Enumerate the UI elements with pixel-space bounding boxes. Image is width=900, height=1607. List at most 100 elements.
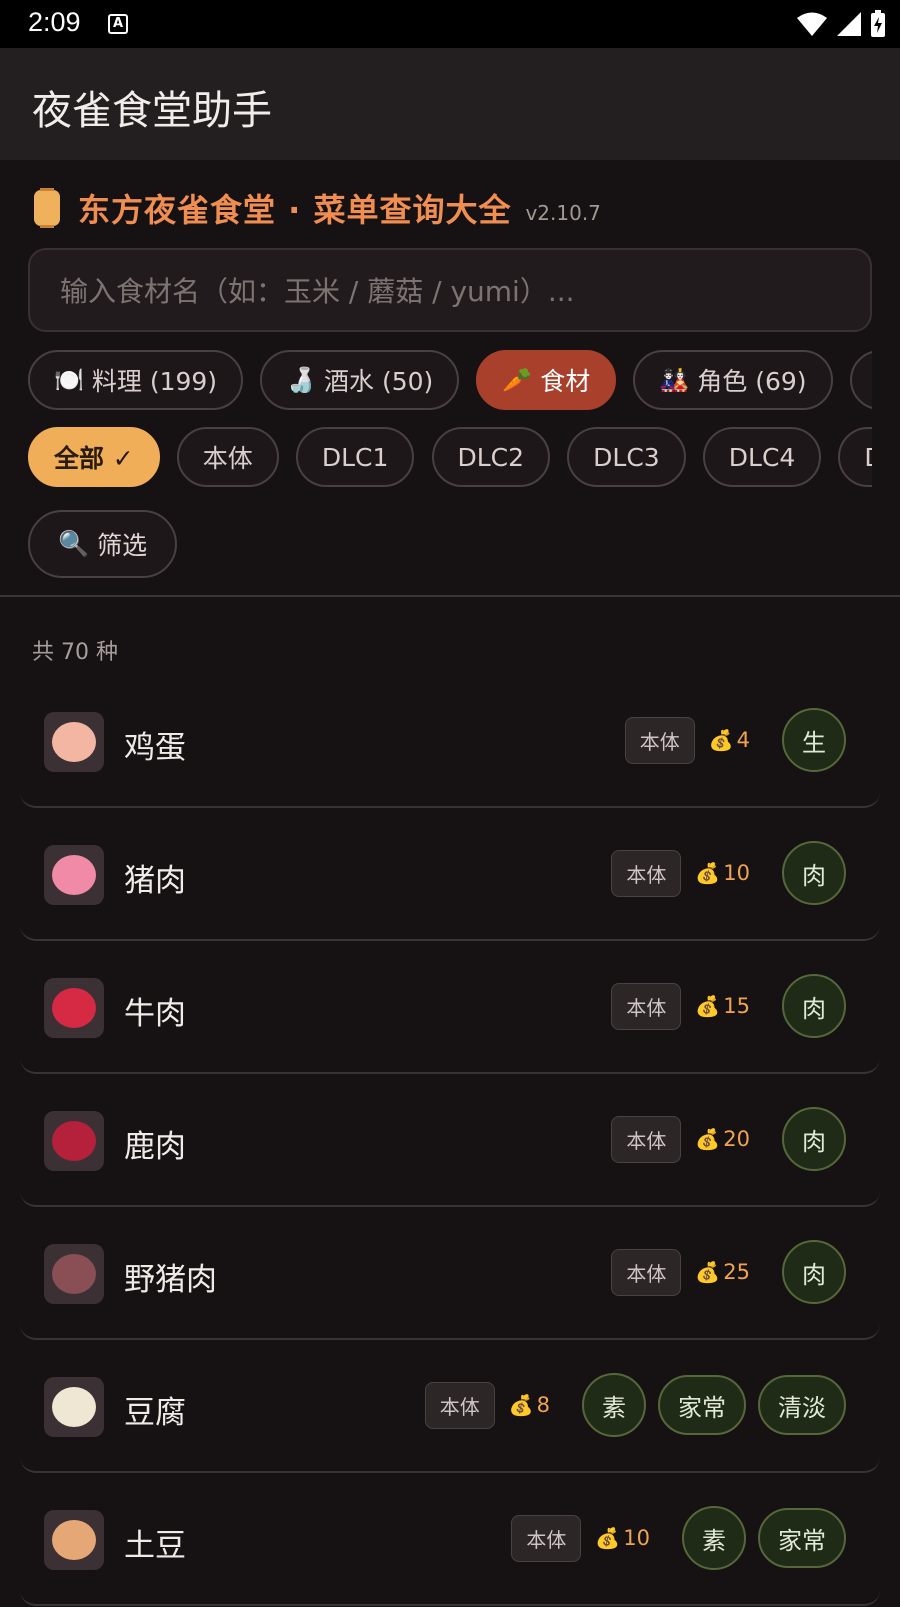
tab-label: 料理 (199) [91, 367, 218, 396]
notification-icon: A [108, 14, 128, 34]
money-bag-icon: 💰 [708, 728, 734, 752]
plate-icon: 🍽️ [54, 366, 84, 394]
item-meta: 本体 💰 8 素家常 清淡 [424, 1373, 846, 1437]
version-badge: 本体 [611, 1115, 682, 1163]
version-filter-dlc2[interactable]: DLC2 [431, 427, 551, 487]
ingredient-image [52, 855, 96, 895]
item-meta: 本体 💰 10 肉 [611, 841, 846, 905]
ingredient-image [52, 1520, 96, 1560]
item-name: 野猪肉 [124, 1262, 217, 1298]
tab-dishes[interactable]: 🍽️ 料理 (199) [28, 350, 244, 410]
item-name: 土豆 [124, 1528, 186, 1564]
money-bag-icon: 💰 [508, 1393, 534, 1417]
price: 💰 15 [695, 994, 750, 1018]
ingredient-image [52, 1387, 96, 1427]
item-meta: 本体 💰 25 肉 [611, 1240, 846, 1304]
version-badge: 本体 [511, 1514, 582, 1562]
list-item[interactable]: 猪肉 本体 💰 10 肉 [20, 809, 880, 941]
tab-locations[interactable]: 📍地 [849, 350, 872, 410]
ingredient-image [52, 722, 96, 762]
ingredient-list: 鸡蛋 本体 💰 4 生猪肉 本体 💰 10 肉牛肉 本体 💰 15 肉鹿肉 本体 💰 20 肉野猪肉 本体 💰 25 肉… [20, 676, 880, 1607]
tab-characters[interactable]: 🎎 角色 (69) [633, 350, 833, 410]
tab-drinks[interactable]: 🍶 酒水 (50) [260, 350, 460, 410]
price-value: 10 [623, 1526, 650, 1550]
lantern-icon [34, 188, 60, 228]
item-name: 猪肉 [124, 863, 186, 899]
ingredient-image [52, 988, 96, 1028]
version-filters: 全部 ✓ 本体 DLC1 DLC2 DLC3 DLC4 DLC5 [28, 427, 872, 491]
ingredient-image [52, 1121, 96, 1161]
version-filter-dlc4[interactable]: DLC4 [702, 427, 822, 487]
status-bar: 2:09 A [0, 0, 900, 48]
pork-icon [44, 845, 104, 905]
page-title: 东方夜雀食堂 · 菜单查询大全 [78, 191, 512, 229]
filter-label: 筛选 [97, 531, 148, 560]
price: 💰 20 [695, 1127, 750, 1151]
version-filter-dlc3[interactable]: DLC3 [567, 427, 686, 487]
version-filter-base[interactable]: 本体 [176, 427, 279, 487]
money-bag-icon: 💰 [695, 1127, 721, 1151]
search-icon: 🔍 [58, 529, 90, 558]
potato-icon [44, 1510, 104, 1570]
list-item[interactable]: 鸡蛋 本体 💰 4 生 [20, 676, 880, 808]
price-value: 10 [723, 861, 750, 885]
wifi-icon [797, 12, 827, 36]
money-bag-icon: 💰 [695, 1260, 721, 1284]
tab-label: 酒水 (50) [324, 367, 434, 396]
tab-ingredients[interactable]: 🥕 食材 [476, 350, 617, 410]
ingredient-image [52, 1254, 96, 1294]
list-item[interactable]: 鹿肉 本体 💰 20 肉 [20, 1075, 880, 1207]
result-count: 共 70 种 [32, 640, 118, 665]
version-filter-all[interactable]: 全部 ✓ [28, 427, 160, 487]
version-badge: 本体 [611, 849, 682, 897]
price: 💰 10 [595, 1526, 650, 1550]
list-item[interactable]: 牛肉 本体 💰 15 肉 [20, 942, 880, 1074]
item-meta: 本体 💰 10 素家常 [511, 1506, 846, 1570]
price: 💰 10 [695, 861, 750, 885]
tag-badge: 家常 [758, 1508, 846, 1568]
price-value: 8 [536, 1393, 550, 1417]
search-input[interactable] [58, 250, 842, 332]
signal-icon [837, 12, 861, 36]
tofu-icon [44, 1377, 104, 1437]
list-item[interactable]: 豆腐 本体 💰 8 素家常 清淡 [20, 1341, 880, 1473]
price-value: 4 [736, 728, 750, 752]
list-item[interactable]: 土豆 本体 💰 10 素家常 [20, 1474, 880, 1606]
status-time: 2:09 [28, 7, 81, 37]
page-header: 东方夜雀食堂 · 菜单查询大全 v2.10.7 [34, 186, 601, 230]
price-value: 25 [723, 1260, 750, 1284]
money-bag-icon: 💰 [695, 994, 721, 1018]
character-icon: 🎎 [659, 366, 690, 394]
item-name: 鹿肉 [124, 1129, 186, 1165]
divider [0, 595, 900, 597]
item-meta: 本体 💰 20 肉 [611, 1107, 846, 1171]
version-filter-dlc1[interactable]: DLC1 [295, 427, 415, 487]
price-value: 20 [723, 1127, 750, 1151]
venison-icon [44, 1111, 104, 1171]
category-tabs: 🍽️料理 (199) 🍶酒水 (50) 🥕食材 🎎角色 (69) 📍地 [28, 350, 872, 414]
battery-icon [871, 10, 885, 37]
version-badge: 本体 [611, 982, 682, 1030]
price: 💰 25 [695, 1260, 750, 1284]
price: 💰 8 [509, 1393, 550, 1417]
item-meta: 本体 💰 15 肉 [611, 974, 846, 1038]
version-filter-dlc5[interactable]: DLC5 [838, 427, 872, 487]
tag-badge: 肉 [782, 1107, 846, 1171]
price-value: 15 [723, 994, 750, 1018]
item-name: 牛肉 [124, 996, 186, 1032]
tag-badge: 肉 [782, 1240, 846, 1304]
filter-button[interactable]: 🔍 筛选 [28, 510, 178, 578]
list-item[interactable]: 野猪肉 本体 💰 25 肉 [20, 1208, 880, 1340]
money-bag-icon: 💰 [695, 861, 721, 885]
money-bag-icon: 💰 [595, 1526, 621, 1550]
tag-badge: 生 [782, 708, 846, 772]
egg-icon [44, 712, 104, 772]
app-bar: 夜雀食堂助手 [0, 48, 900, 160]
item-name: 鸡蛋 [124, 730, 186, 766]
app-title: 夜雀食堂助手 [32, 88, 272, 134]
beef-icon [44, 978, 104, 1038]
search-box[interactable] [28, 248, 872, 332]
version-badge: 本体 [424, 1381, 495, 1429]
carrot-icon: 🥕 [502, 366, 533, 394]
boar-meat-icon [44, 1244, 104, 1304]
